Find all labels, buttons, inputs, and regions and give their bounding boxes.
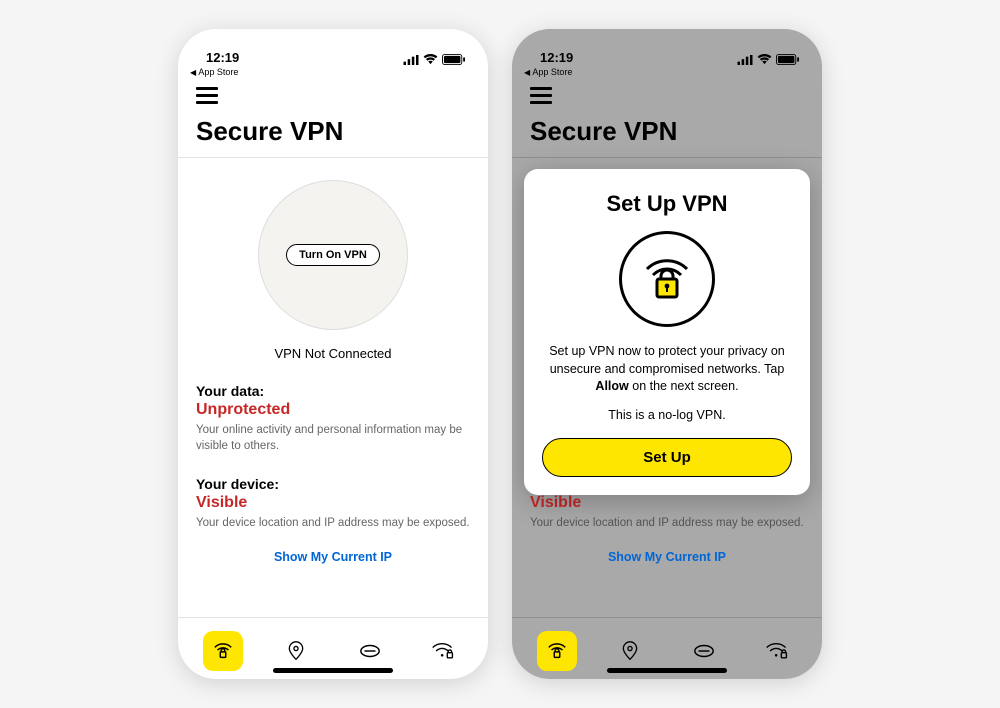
show-my-ip-link[interactable]: Show My Current IP (530, 550, 804, 564)
status-bar: 12:19 (178, 29, 488, 67)
turn-on-vpn-button[interactable]: Turn On VPN (286, 244, 380, 266)
your-data-desc: Your online activity and personal inform… (196, 423, 470, 454)
battery-icon (776, 54, 800, 65)
block-icon (359, 640, 381, 662)
page-title: Secure VPN (196, 116, 470, 147)
status-indicators (737, 54, 800, 65)
phone-screen-modal: 12:19 App Store Secure VPN Turn On VPN V… (512, 29, 822, 679)
app-header: Secure VPN (512, 79, 822, 158)
menu-icon[interactable] (196, 87, 218, 105)
tab-location[interactable] (610, 631, 650, 671)
cellular-icon (403, 55, 419, 65)
phone-screen-main: 12:19 App Store Secure VPN Turn On VPN V… (178, 29, 488, 679)
main-content: Turn On VPN VPN Not Connected Your data:… (178, 158, 488, 617)
status-time: 12:19 (206, 50, 239, 65)
home-indicator[interactable] (273, 668, 393, 673)
tab-wifi-security[interactable] (757, 631, 797, 671)
location-pin-icon (286, 640, 306, 662)
wifi-icon (423, 54, 438, 65)
modal-description: Set up VPN now to protect your privacy o… (542, 343, 792, 396)
battery-icon (442, 54, 466, 65)
tab-adblock[interactable] (684, 631, 724, 671)
cellular-icon (737, 55, 753, 65)
page-title: Secure VPN (530, 116, 804, 147)
location-pin-icon (620, 640, 640, 662)
wifi-padlock-icon (635, 247, 699, 311)
your-device-desc: Your device location and IP address may … (196, 516, 470, 532)
your-device-desc: Your device location and IP address may … (530, 516, 804, 532)
back-to-app-link[interactable]: App Store (512, 67, 822, 79)
tab-vpn[interactable] (537, 631, 577, 671)
modal-note: This is a no-log VPN. (542, 408, 792, 422)
your-data-label: Your data: (196, 383, 470, 399)
tab-location[interactable] (276, 631, 316, 671)
your-device-label: Your device: (196, 476, 470, 492)
wifi-lock-icon (546, 640, 568, 662)
tab-vpn[interactable] (203, 631, 243, 671)
wifi-icon (757, 54, 772, 65)
wifi-lock-icon (212, 640, 234, 662)
home-indicator[interactable] (607, 668, 727, 673)
tab-adblock[interactable] (350, 631, 390, 671)
back-to-app-link[interactable]: App Store (178, 67, 488, 79)
status-time: 12:19 (540, 50, 573, 65)
block-icon (693, 640, 715, 662)
wifi-small-lock-icon (431, 641, 455, 661)
modal-hero-icon (619, 231, 715, 327)
status-indicators (403, 54, 466, 65)
wifi-small-lock-icon (765, 641, 789, 661)
your-data-value: Unprotected (196, 401, 470, 419)
vpn-toggle-circle[interactable]: Turn On VPN (258, 180, 408, 330)
your-data-section: Your data: Unprotected Your online activ… (196, 383, 470, 454)
status-bar: 12:19 (512, 29, 822, 67)
menu-icon[interactable] (530, 87, 552, 105)
tab-wifi-security[interactable] (423, 631, 463, 671)
setup-vpn-modal: Set Up VPN Set up VPN now to protect you… (524, 169, 810, 495)
your-device-value: Visible (196, 494, 470, 512)
app-header: Secure VPN (178, 79, 488, 158)
show-my-ip-link[interactable]: Show My Current IP (196, 550, 470, 564)
your-device-section: Your device: Visible Your device locatio… (196, 476, 470, 532)
vpn-status-text: VPN Not Connected (274, 346, 391, 361)
modal-title: Set Up VPN (542, 191, 792, 217)
set-up-button[interactable]: Set Up (542, 438, 792, 477)
your-device-value: Visible (530, 494, 804, 512)
